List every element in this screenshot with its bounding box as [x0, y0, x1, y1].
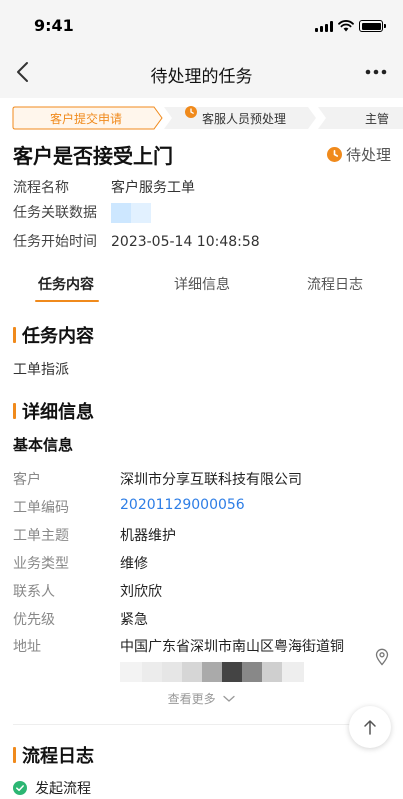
log-item: 发起流程	[13, 778, 91, 798]
nav-bar: 待处理的任务	[0, 48, 403, 98]
see-more-label: 查看更多	[167, 692, 216, 706]
tab-bar: 任务内容 详细信息 流程日志	[0, 268, 403, 304]
info-value: 2023-05-14 10:48:58	[111, 234, 260, 250]
info-key: 流程名称	[13, 180, 69, 196]
task-title: 客户是否接受上门	[13, 144, 173, 168]
battery-icon	[359, 20, 386, 32]
info-row-process: 流程名称 客户服务工单	[13, 177, 195, 197]
tab-indicator	[35, 300, 99, 302]
back-to-top-button[interactable]	[349, 706, 391, 748]
detail-key: 工单编码	[13, 500, 69, 516]
detail-value: 维修	[120, 556, 148, 572]
step-preprocess[interactable]: 客服人员预处理	[202, 110, 286, 127]
detail-key: 地址	[13, 639, 41, 655]
clock-icon	[185, 106, 197, 118]
task-content-text: 工单指派	[13, 362, 69, 378]
section-title: 详细信息	[22, 402, 94, 423]
location-icon[interactable]	[374, 648, 390, 666]
info-row-related: 任务关联数据	[13, 202, 151, 223]
redacted-block	[131, 203, 151, 223]
status-text: 待处理	[345, 146, 391, 164]
basic-info-heading: 基本信息	[13, 436, 74, 454]
step-manager[interactable]: 主管	[365, 110, 389, 127]
status-time: 9:41	[34, 16, 74, 35]
clock-icon	[326, 147, 342, 162]
section-title: 任务内容	[22, 326, 94, 347]
info-key: 任务开始时间	[13, 234, 97, 250]
process-steps: 客户提交申请 客服人员预处理 主管	[12, 106, 403, 130]
detail-key: 工单主题	[13, 528, 69, 544]
divider	[13, 724, 390, 725]
detail-value: 刘欣欣	[120, 584, 162, 600]
detail-key: 联系人	[13, 584, 55, 600]
detail-key: 优先级	[13, 612, 55, 628]
detail-value: 中国广东省深圳市南山区粤海街道铜	[120, 639, 344, 655]
signal-icon	[315, 20, 333, 32]
chevron-down-icon	[223, 695, 236, 702]
section-detail: 详细信息	[13, 398, 94, 424]
more-dots-icon[interactable]	[363, 60, 389, 84]
page-title: 待处理的任务	[150, 67, 253, 87]
task-header: 客户是否接受上门 待处理	[13, 140, 391, 170]
step-submit[interactable]: 客户提交申请	[50, 110, 122, 127]
order-code-link[interactable]: 20201129000056	[120, 497, 245, 513]
redacted-address	[120, 662, 304, 682]
check-circle-icon	[13, 781, 27, 795]
section-log: 流程日志	[13, 742, 94, 768]
section-title: 流程日志	[22, 746, 94, 767]
status-badge: 待处理	[326, 144, 391, 165]
wifi-icon	[338, 20, 354, 32]
section-task-content: 任务内容	[13, 322, 94, 348]
tab-task-content[interactable]: 任务内容	[38, 274, 94, 294]
tab-detail[interactable]: 详细信息	[174, 274, 230, 294]
info-row-start-time: 任务开始时间 2023-05-14 10:48:58	[13, 231, 260, 251]
detail-key: 客户	[13, 472, 41, 488]
detail-key: 业务类型	[13, 556, 69, 572]
tab-log[interactable]: 流程日志	[307, 274, 363, 294]
status-bar: 9:41	[0, 0, 403, 48]
detail-value: 深圳市分享互联科技有限公司	[120, 472, 302, 488]
redacted-block	[111, 203, 131, 223]
info-key: 任务关联数据	[13, 205, 97, 221]
see-more-button[interactable]: 查看更多	[0, 690, 403, 707]
log-item-label: 发起流程	[35, 781, 91, 797]
arrow-up-icon	[364, 720, 376, 735]
detail-value: 紧急	[120, 612, 148, 628]
detail-value: 机器维护	[120, 528, 176, 544]
status-icons	[315, 20, 386, 32]
info-value: 客户服务工单	[111, 180, 195, 196]
